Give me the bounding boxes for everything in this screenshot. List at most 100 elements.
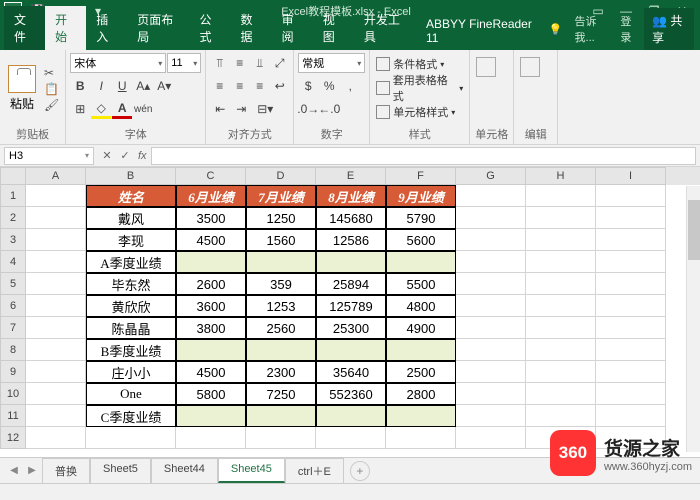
cell-D9[interactable]: 2300: [246, 361, 316, 383]
decrease-indent-button[interactable]: ⇤: [210, 99, 230, 119]
cell-F9[interactable]: 2500: [386, 361, 456, 383]
row-header-11[interactable]: 11: [0, 405, 26, 427]
cell-F6[interactable]: 4800: [386, 295, 456, 317]
cell-D10[interactable]: 7250: [246, 383, 316, 405]
cell-I6[interactable]: [596, 295, 666, 317]
cell-A8[interactable]: [26, 339, 86, 361]
cell-H10[interactable]: [526, 383, 596, 405]
font-name-combo[interactable]: 宋体▾: [70, 53, 166, 73]
cell-F2[interactable]: 5790: [386, 207, 456, 229]
border-button[interactable]: ⊞: [70, 99, 90, 119]
scrollbar-thumb[interactable]: [688, 200, 700, 260]
cell-G11[interactable]: [456, 405, 526, 427]
cell-C11[interactable]: [176, 405, 246, 427]
cell-F11[interactable]: [386, 405, 456, 427]
cell-A10[interactable]: [26, 383, 86, 405]
vertical-scrollbar[interactable]: [686, 186, 700, 452]
format-painter-icon[interactable]: 🖌: [42, 98, 61, 112]
font-size-combo[interactable]: 11▾: [167, 53, 201, 73]
row-header-4[interactable]: 4: [0, 251, 26, 273]
cell-B10[interactable]: One: [86, 383, 176, 405]
cell-F5[interactable]: 5500: [386, 273, 456, 295]
row-header-12[interactable]: 12: [0, 427, 26, 449]
cell-E4[interactable]: [316, 251, 386, 273]
cell-G12[interactable]: [456, 427, 526, 449]
cell-I9[interactable]: [596, 361, 666, 383]
table-format-button[interactable]: 套用表格格式▾: [374, 77, 465, 99]
cell-C2[interactable]: 3500: [176, 207, 246, 229]
cell-E1[interactable]: 8月业绩: [316, 185, 386, 207]
cell-A11[interactable]: [26, 405, 86, 427]
cell-D6[interactable]: 1253: [246, 295, 316, 317]
cells-button[interactable]: [474, 53, 498, 124]
cell-F1[interactable]: 9月业绩: [386, 185, 456, 207]
cell-E10[interactable]: 552360: [316, 383, 386, 405]
cell-D11[interactable]: [246, 405, 316, 427]
cell-B2[interactable]: 戴风: [86, 207, 176, 229]
align-bottom-button[interactable]: ⫫: [250, 53, 269, 73]
col-header-I[interactable]: I: [596, 167, 666, 185]
align-top-button[interactable]: ⫪: [210, 53, 229, 73]
align-right-button[interactable]: ≡: [250, 76, 269, 96]
cell-I10[interactable]: [596, 383, 666, 405]
sheet-tab-4[interactable]: ctrl＋E: [285, 458, 344, 483]
tab-home[interactable]: 开始: [45, 6, 86, 50]
cell-G3[interactable]: [456, 229, 526, 251]
cell-H6[interactable]: [526, 295, 596, 317]
row-header-3[interactable]: 3: [0, 229, 26, 251]
align-left-button[interactable]: ≡: [210, 76, 229, 96]
cell-D8[interactable]: [246, 339, 316, 361]
cell-E6[interactable]: 125789: [316, 295, 386, 317]
spreadsheet-grid[interactable]: ABCDEFGHI 1姓名6月业绩7月业绩8月业绩9月业绩2戴风35001250…: [0, 167, 700, 457]
cell-A6[interactable]: [26, 295, 86, 317]
cell-G4[interactable]: [456, 251, 526, 273]
cell-B12[interactable]: [86, 427, 176, 449]
cell-H4[interactable]: [526, 251, 596, 273]
cell-C12[interactable]: [176, 427, 246, 449]
cell-C10[interactable]: 5800: [176, 383, 246, 405]
cell-E8[interactable]: [316, 339, 386, 361]
cell-B3[interactable]: 李现: [86, 229, 176, 251]
cell-B4[interactable]: A季度业绩: [86, 251, 176, 273]
cell-H7[interactable]: [526, 317, 596, 339]
increase-indent-button[interactable]: ⇥: [231, 99, 251, 119]
cell-E2[interactable]: 145680: [316, 207, 386, 229]
sheet-tab-2[interactable]: Sheet44: [151, 458, 218, 483]
cell-E12[interactable]: [316, 427, 386, 449]
cell-B11[interactable]: C季度业绩: [86, 405, 176, 427]
cell-E3[interactable]: 12586: [316, 229, 386, 251]
cell-D5[interactable]: 359: [246, 273, 316, 295]
sheet-tab-1[interactable]: Sheet5: [90, 458, 151, 483]
fill-color-button[interactable]: ◇: [91, 99, 111, 119]
cell-H2[interactable]: [526, 207, 596, 229]
enter-icon[interactable]: ✓: [116, 149, 134, 162]
cell-E9[interactable]: 35640: [316, 361, 386, 383]
copy-icon[interactable]: 📋: [42, 82, 61, 96]
cell-A12[interactable]: [26, 427, 86, 449]
font-color-button[interactable]: A: [112, 99, 132, 119]
row-header-7[interactable]: 7: [0, 317, 26, 339]
cell-C1[interactable]: 6月业绩: [176, 185, 246, 207]
cell-D7[interactable]: 2560: [246, 317, 316, 339]
cell-F10[interactable]: 2800: [386, 383, 456, 405]
cell-F7[interactable]: 4900: [386, 317, 456, 339]
cell-H11[interactable]: [526, 405, 596, 427]
sheet-nav-next-icon[interactable]: ▶: [24, 465, 40, 476]
row-header-6[interactable]: 6: [0, 295, 26, 317]
cell-F12[interactable]: [386, 427, 456, 449]
merge-button[interactable]: ⊟▾: [252, 99, 278, 119]
add-sheet-button[interactable]: +: [350, 461, 370, 481]
cell-B7[interactable]: 陈晶晶: [86, 317, 176, 339]
cell-D1[interactable]: 7月业绩: [246, 185, 316, 207]
cell-E11[interactable]: [316, 405, 386, 427]
cell-A7[interactable]: [26, 317, 86, 339]
tellme-text[interactable]: 告诉我...: [575, 13, 609, 45]
col-header-B[interactable]: B: [86, 167, 176, 185]
col-header-A[interactable]: A: [26, 167, 86, 185]
cell-G2[interactable]: [456, 207, 526, 229]
bold-button[interactable]: B: [70, 76, 90, 96]
cell-H5[interactable]: [526, 273, 596, 295]
cell-I2[interactable]: [596, 207, 666, 229]
formula-bar[interactable]: [151, 147, 696, 165]
cell-A1[interactable]: [26, 185, 86, 207]
